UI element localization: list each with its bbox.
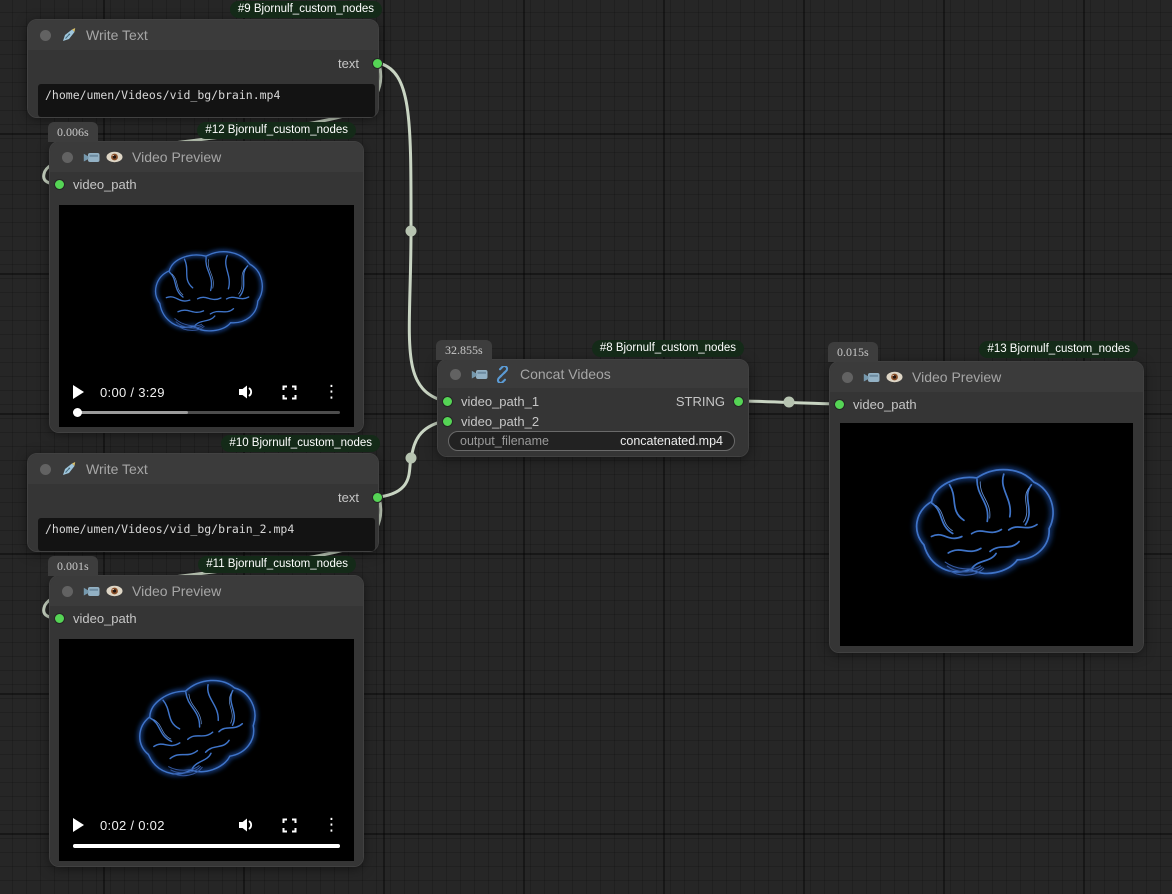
widget-label: output_filename bbox=[460, 434, 549, 448]
video-preview-player[interactable]: 0:02 / 0:02 ⋮ bbox=[59, 639, 354, 861]
collapse-dot[interactable] bbox=[842, 372, 853, 383]
kebab-menu-icon[interactable]: ⋮ bbox=[323, 385, 340, 399]
eye-icon bbox=[106, 151, 123, 163]
node-id-badge: #12 Bjornulf_custom_nodes bbox=[197, 122, 356, 139]
volume-icon[interactable] bbox=[238, 817, 256, 833]
video-progress-bar[interactable] bbox=[73, 844, 340, 848]
text-value-field[interactable]: /home/umen/Videos/vid_bg/brain_2.mp4 bbox=[38, 518, 375, 551]
node-concat-videos-8[interactable]: 32.855s #8 Bjornulf_custom_nodes Concat … bbox=[438, 360, 748, 456]
input-dot-video-path-1[interactable] bbox=[442, 396, 453, 407]
video-controls: 0:00 / 3:29 ⋮ bbox=[59, 384, 354, 427]
input-slot-video-path-2: video_path_2 bbox=[438, 411, 539, 431]
movie-camera-icon bbox=[471, 367, 489, 382]
node-graph-canvas[interactable]: { "theme": { "canvas_bg": "#262626", "no… bbox=[0, 0, 1172, 894]
eye-icon bbox=[106, 585, 123, 597]
input-dot-video-path-2[interactable] bbox=[442, 416, 453, 427]
node-id-badge: #10 Bjornulf_custom_nodes bbox=[221, 435, 380, 452]
input-slot-video-path: video_path bbox=[50, 174, 137, 194]
video-time: 0:02 / 0:02 bbox=[100, 818, 165, 833]
pen-icon bbox=[61, 461, 77, 477]
fullscreen-icon[interactable] bbox=[282, 818, 297, 833]
brain-video-frame bbox=[894, 452, 1075, 603]
node-title: Video Preview bbox=[132, 583, 221, 599]
link-icon bbox=[494, 366, 511, 383]
movie-camera-icon bbox=[83, 150, 101, 165]
node-id-badge: #8 Bjornulf_custom_nodes bbox=[592, 340, 744, 357]
node-video-preview-13[interactable]: 0.015s #13 Bjornulf_custom_nodes Video P… bbox=[830, 362, 1143, 652]
execution-time-badge: 32.855s bbox=[436, 340, 492, 360]
node-header[interactable]: Video Preview bbox=[830, 362, 1143, 392]
node-write-text-9[interactable]: #9 Bjornulf_custom_nodes Write Text text… bbox=[28, 20, 378, 117]
execution-time-badge: 0.015s bbox=[828, 342, 878, 362]
node-header[interactable]: Write Text bbox=[28, 454, 378, 484]
video-preview-player[interactable]: 0:00 / 3:29 ⋮ bbox=[59, 205, 354, 427]
node-header[interactable]: Concat Videos bbox=[438, 360, 748, 388]
pen-icon bbox=[61, 27, 77, 43]
input-dot-video-path[interactable] bbox=[54, 613, 65, 624]
node-title: Video Preview bbox=[132, 149, 221, 165]
brain-video-frame bbox=[142, 243, 273, 348]
node-video-preview-12[interactable]: 0.006s #12 Bjornulf_custom_nodes Video P… bbox=[50, 142, 363, 432]
brain-video-frame bbox=[114, 660, 281, 806]
fullscreen-icon[interactable] bbox=[282, 385, 297, 400]
widget-value: concatenated.mp4 bbox=[620, 434, 723, 448]
wire-midpoint-dot bbox=[784, 397, 795, 408]
volume-icon[interactable] bbox=[238, 384, 256, 400]
node-header[interactable]: Video Preview bbox=[50, 142, 363, 172]
video-buffered-bar bbox=[73, 411, 188, 414]
video-time: 0:00 / 3:29 bbox=[100, 385, 165, 400]
output-dot-text[interactable] bbox=[372, 58, 383, 69]
collapse-dot[interactable] bbox=[450, 369, 461, 380]
wire-midpoint-dot bbox=[406, 453, 417, 464]
output-filename-widget[interactable]: output_filename concatenated.mp4 bbox=[448, 431, 735, 451]
output-dot-string[interactable] bbox=[733, 396, 744, 407]
node-write-text-10[interactable]: #10 Bjornulf_custom_nodes Write Text tex… bbox=[28, 454, 378, 551]
kebab-menu-icon[interactable]: ⋮ bbox=[323, 818, 340, 832]
collapse-dot[interactable] bbox=[40, 464, 51, 475]
video-progress-bar[interactable] bbox=[73, 411, 340, 414]
node-id-badge: #11 Bjornulf_custom_nodes bbox=[198, 556, 356, 573]
node-title: Video Preview bbox=[912, 369, 1001, 385]
video-playhead[interactable] bbox=[73, 408, 82, 417]
node-title: Concat Videos bbox=[520, 366, 611, 382]
execution-time-badge: 0.006s bbox=[48, 122, 98, 142]
wire-midpoint-dot bbox=[406, 226, 417, 237]
movie-camera-icon bbox=[863, 370, 881, 385]
input-slot-video-path-1: video_path_1 bbox=[438, 391, 539, 411]
node-title: Write Text bbox=[86, 461, 148, 477]
input-dot-video-path[interactable] bbox=[54, 179, 65, 190]
node-video-preview-11[interactable]: 0.001s #11 Bjornulf_custom_nodes Video P… bbox=[50, 576, 363, 866]
play-icon[interactable] bbox=[73, 818, 84, 832]
collapse-dot[interactable] bbox=[62, 586, 73, 597]
input-dot-video-path[interactable] bbox=[834, 399, 845, 410]
node-id-badge: #9 Bjornulf_custom_nodes bbox=[230, 1, 382, 18]
node-header[interactable]: Video Preview bbox=[50, 576, 363, 606]
play-icon[interactable] bbox=[73, 385, 84, 399]
video-buffered-bar bbox=[73, 844, 340, 848]
collapse-dot[interactable] bbox=[62, 152, 73, 163]
node-id-badge: #13 Bjornulf_custom_nodes bbox=[979, 341, 1138, 358]
node-header[interactable]: Write Text bbox=[28, 20, 378, 50]
execution-time-badge: 0.001s bbox=[48, 556, 98, 576]
video-preview-player[interactable] bbox=[840, 423, 1133, 646]
output-slot-string: STRING bbox=[624, 391, 744, 411]
movie-camera-icon bbox=[83, 584, 101, 599]
output-slot-text: text bbox=[258, 53, 378, 73]
node-title: Write Text bbox=[86, 27, 148, 43]
video-controls: 0:02 / 0:02 ⋮ bbox=[59, 817, 354, 861]
collapse-dot[interactable] bbox=[40, 30, 51, 41]
input-slot-video-path: video_path bbox=[50, 608, 137, 628]
input-slot-video-path: video_path bbox=[830, 394, 917, 414]
text-value-field[interactable]: /home/umen/Videos/vid_bg/brain.mp4 bbox=[38, 84, 375, 117]
output-slot-text: text bbox=[258, 487, 378, 507]
output-dot-text[interactable] bbox=[372, 492, 383, 503]
eye-icon bbox=[886, 371, 903, 383]
